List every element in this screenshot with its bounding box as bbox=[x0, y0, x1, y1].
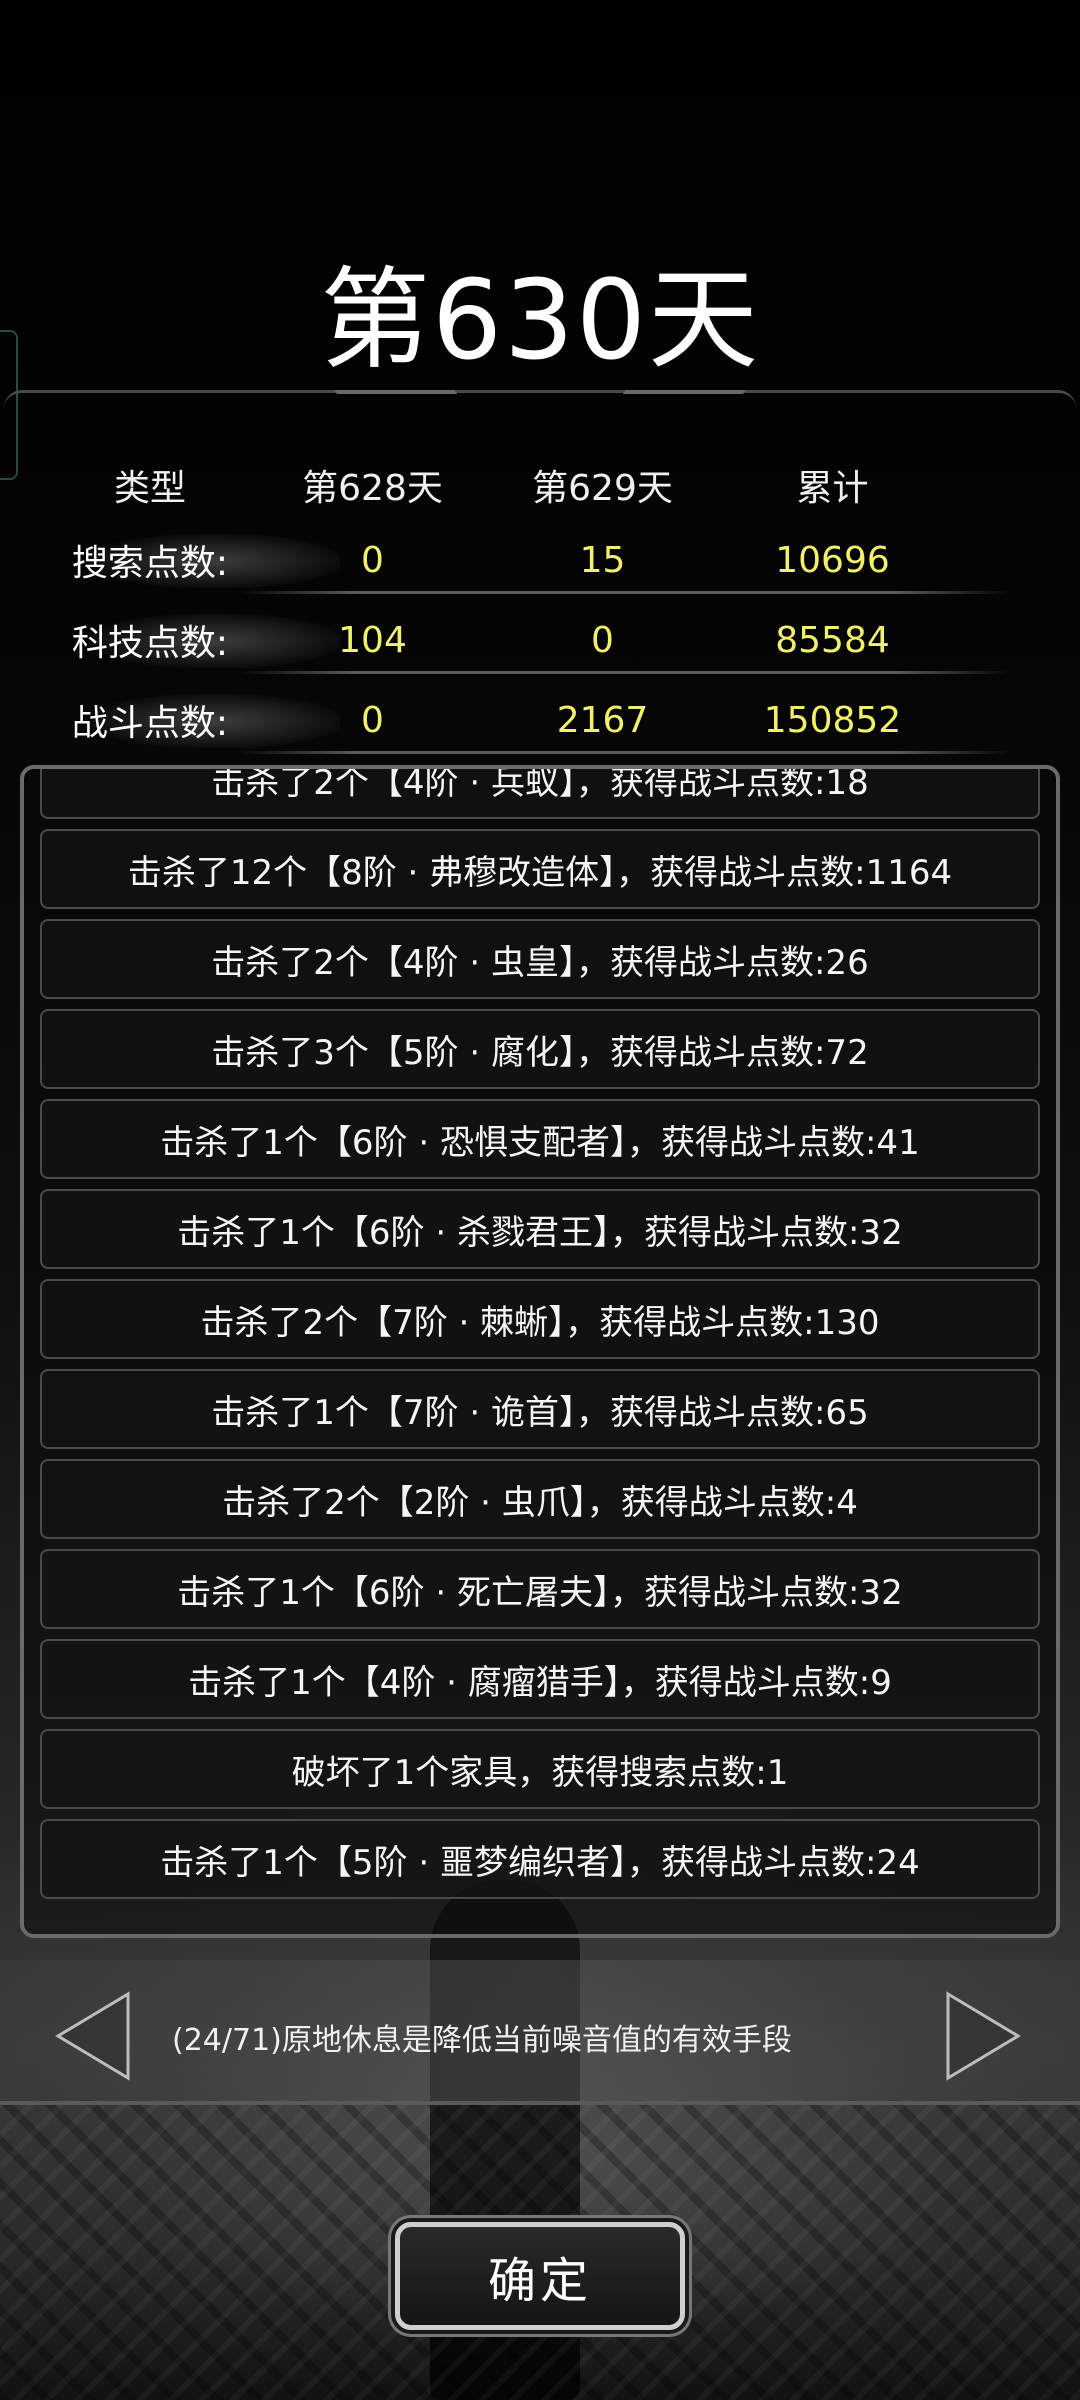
event-log-panel[interactable]: 击杀了2个【4阶 · 兵蚁】，获得战斗点数:18 击杀了12个【8阶 · 弗穆改… bbox=[20, 765, 1060, 1938]
stats-row-tech: 科技点数: 104 0 85584 bbox=[50, 600, 1030, 680]
triangle-right-icon bbox=[946, 1991, 1021, 2081]
log-item: 击杀了1个【5阶 · 噩梦编织者】，获得战斗点数:24 bbox=[40, 1819, 1040, 1899]
value-day628: 0 bbox=[361, 699, 384, 741]
header-total: 累计 bbox=[796, 468, 869, 509]
triangle-left-icon bbox=[55, 1991, 130, 2081]
confirm-button[interactable]: 确定 bbox=[395, 2222, 685, 2330]
stats-header-row: 类型 第628天 第629天 累计 bbox=[50, 450, 1030, 520]
stats-table: 类型 第628天 第629天 累计 搜索点数: 0 15 10696 科技点数:… bbox=[50, 450, 1030, 760]
next-tip-button[interactable] bbox=[944, 1990, 1024, 2082]
row-label: 搜索点数: bbox=[71, 543, 229, 584]
value-day629: 2167 bbox=[556, 699, 649, 741]
log-item: 击杀了1个【6阶 · 恐惧支配者】，获得战斗点数:41 bbox=[40, 1099, 1040, 1179]
log-item: 击杀了1个【4阶 · 腐瘤猎手】，获得战斗点数:9 bbox=[40, 1639, 1040, 1719]
log-item: 破坏了1个家具，获得搜索点数:1 bbox=[40, 1729, 1040, 1809]
row-label: 科技点数: bbox=[71, 623, 229, 664]
header-type: 类型 bbox=[113, 468, 186, 509]
log-item: 击杀了2个【7阶 · 棘蜥】，获得战斗点数:130 bbox=[40, 1279, 1040, 1359]
log-item: 击杀了2个【2阶 · 虫爪】，获得战斗点数:4 bbox=[40, 1459, 1040, 1539]
log-item: 击杀了2个【4阶 · 虫皇】，获得战斗点数:26 bbox=[40, 919, 1040, 999]
log-item: 击杀了1个【7阶 · 诡首】，获得战斗点数:65 bbox=[40, 1369, 1040, 1449]
value-day629: 15 bbox=[579, 539, 626, 581]
event-log-list[interactable]: 击杀了2个【4阶 · 兵蚁】，获得战斗点数:18 击杀了12个【8阶 · 弗穆改… bbox=[40, 769, 1040, 1909]
page-title: 第630天 bbox=[320, 256, 760, 384]
log-item: 击杀了3个【5阶 · 腐化】，获得战斗点数:72 bbox=[40, 1009, 1040, 1089]
prev-tip-button[interactable] bbox=[52, 1990, 132, 2082]
log-item: 击杀了1个【6阶 · 杀戮君王】，获得战斗点数:32 bbox=[40, 1189, 1040, 1269]
header-day628: 第628天 bbox=[302, 468, 443, 509]
log-item: 击杀了1个【6阶 · 死亡屠夫】，获得战斗点数:32 bbox=[40, 1549, 1040, 1629]
header-day629: 第629天 bbox=[532, 468, 673, 509]
value-day628: 104 bbox=[338, 619, 407, 661]
tip-text: (24/71)原地休息是降低当前噪音值的有效手段 bbox=[172, 2023, 792, 2058]
row-label: 战斗点数: bbox=[71, 703, 229, 744]
log-item: 击杀了2个【4阶 · 兵蚁】，获得战斗点数:18 bbox=[40, 769, 1040, 819]
value-total: 10696 bbox=[775, 539, 890, 581]
value-day628: 0 bbox=[361, 539, 384, 581]
stats-row-search: 搜索点数: 0 15 10696 bbox=[50, 520, 1030, 600]
log-item: 击杀了12个【8阶 · 弗穆改造体】，获得战斗点数:1164 bbox=[40, 829, 1040, 909]
stats-row-combat: 战斗点数: 0 2167 150852 bbox=[50, 680, 1030, 760]
value-day629: 0 bbox=[591, 619, 614, 661]
value-total: 85584 bbox=[775, 619, 890, 661]
value-total: 150852 bbox=[763, 699, 902, 741]
